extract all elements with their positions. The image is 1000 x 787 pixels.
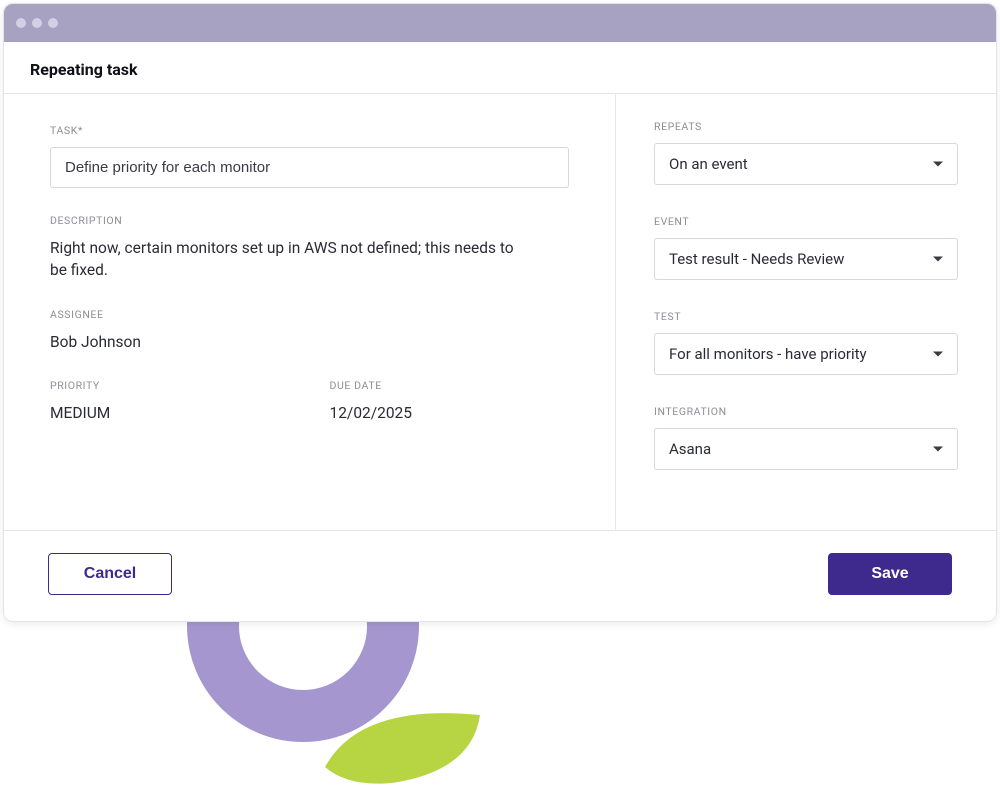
cancel-button[interactable]: Cancel: [48, 553, 172, 595]
chevron-down-icon: [933, 447, 943, 452]
integration-label: INTEGRATION: [654, 405, 958, 418]
chevron-down-icon: [933, 352, 943, 357]
priority-label: PRIORITY: [50, 379, 290, 392]
test-field: TEST For all monitors - have priority: [654, 310, 958, 375]
description-label: DESCRIPTION: [50, 214, 569, 227]
integration-select[interactable]: Asana: [654, 428, 958, 470]
task-input[interactable]: [50, 147, 569, 188]
test-select-value: For all monitors - have priority: [669, 345, 867, 363]
assignee-field: ASSIGNEE Bob Johnson: [50, 308, 569, 353]
priority-duedate-row: PRIORITY MEDIUM DUE DATE 12/02/2025: [50, 379, 569, 450]
repeats-select-value: On an event: [669, 155, 748, 173]
dialog-header: Repeating task: [4, 42, 996, 94]
test-label: TEST: [654, 310, 958, 323]
event-field: EVENT Test result - Needs Review: [654, 215, 958, 280]
assignee-label: ASSIGNEE: [50, 308, 569, 321]
app-window: Repeating task TASK* DESCRIPTION Right n…: [3, 3, 997, 622]
description-text: Right now, certain monitors set up in AW…: [50, 237, 520, 282]
assignee-value: Bob Johnson: [50, 331, 569, 353]
content-area: Repeating task TASK* DESCRIPTION Right n…: [4, 42, 996, 621]
repeats-label: REPEATS: [654, 120, 958, 133]
description-field: DESCRIPTION Right now, certain monitors …: [50, 214, 569, 282]
task-label: TASK*: [50, 124, 569, 137]
repeats-field: REPEATS On an event: [654, 120, 958, 185]
priority-field: PRIORITY MEDIUM: [50, 379, 290, 424]
chevron-down-icon: [933, 257, 943, 262]
integration-select-value: Asana: [669, 440, 711, 458]
left-column: TASK* DESCRIPTION Right now, certain mon…: [4, 94, 616, 530]
repeats-select[interactable]: On an event: [654, 143, 958, 185]
window-dot-icon: [32, 18, 42, 28]
due-date-field: DUE DATE 12/02/2025: [330, 379, 570, 424]
dialog-footer: Cancel Save: [4, 530, 996, 621]
priority-value: MEDIUM: [50, 402, 290, 424]
window-dot-icon: [48, 18, 58, 28]
dialog-title: Repeating task: [30, 60, 970, 79]
save-button[interactable]: Save: [828, 553, 952, 595]
form-body: TASK* DESCRIPTION Right now, certain mon…: [4, 94, 996, 530]
chevron-down-icon: [933, 162, 943, 167]
titlebar: [4, 4, 996, 42]
right-column: REPEATS On an event EVENT Test result - …: [616, 94, 996, 530]
integration-field: INTEGRATION Asana: [654, 405, 958, 470]
event-select-value: Test result - Needs Review: [669, 250, 844, 268]
due-date-label: DUE DATE: [330, 379, 570, 392]
due-date-value: 12/02/2025: [330, 402, 570, 424]
window-dot-icon: [16, 18, 26, 28]
decorative-leaf: [310, 709, 485, 785]
task-field: TASK*: [50, 124, 569, 188]
event-select[interactable]: Test result - Needs Review: [654, 238, 958, 280]
window-controls: [16, 18, 58, 28]
event-label: EVENT: [654, 215, 958, 228]
test-select[interactable]: For all monitors - have priority: [654, 333, 958, 375]
